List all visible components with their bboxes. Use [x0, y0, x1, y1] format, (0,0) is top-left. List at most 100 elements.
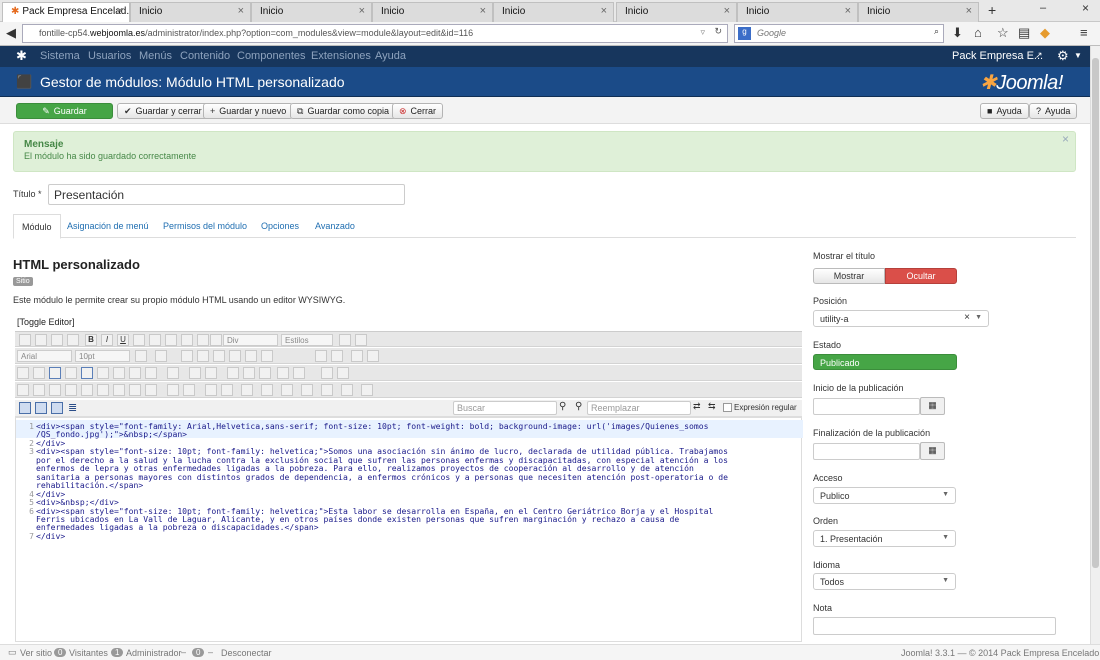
nonbreak-tool-icon[interactable] [321, 384, 333, 396]
language-select[interactable]: Todos ▼ [813, 573, 956, 590]
code-editor[interactable]: 1 <div><span style="font-family: Arial,He… [15, 417, 803, 642]
tab-asignacion-menu[interactable]: Asignación de menú [67, 221, 149, 231]
template-tool-icon[interactable] [167, 384, 179, 396]
clear-icon[interactable]: × [964, 312, 970, 323]
print-tool-icon[interactable] [261, 384, 273, 396]
reload-icon[interactable]: ↻ [714, 26, 722, 37]
table-row-tool-icon[interactable] [205, 367, 217, 379]
copy-tool-icon[interactable] [197, 350, 209, 362]
calendar-icon[interactable]: ▦ [920, 442, 945, 460]
italic-tool-icon[interactable]: I [101, 334, 113, 346]
order-select[interactable]: 1. Presentación ▼ [813, 530, 956, 547]
user-settings-gear-icon[interactable]: ⚙ [1057, 48, 1069, 64]
indent-tool-icon[interactable] [277, 367, 289, 379]
rtl-tool-icon[interactable] [33, 367, 45, 379]
tab-permisos[interactable]: Permisos del módulo [163, 221, 247, 231]
browser-tab[interactable]: Inicio × [493, 2, 614, 22]
fullscreen-tool-icon[interactable] [337, 367, 349, 379]
regex-checkbox[interactable] [723, 403, 732, 412]
bold-tool-icon[interactable]: B [85, 334, 97, 346]
pilcrow-tool-icon[interactable] [33, 384, 45, 396]
show-title-button[interactable]: Mostrar [813, 268, 885, 284]
justify-tool-icon[interactable] [197, 334, 209, 346]
subscript-tool-icon[interactable] [331, 350, 343, 362]
external-link-icon[interactable]: ↗ [1035, 50, 1043, 61]
insert-date-tool-icon[interactable] [167, 367, 179, 379]
readmore-tool-icon[interactable] [341, 384, 353, 396]
preview-tool-icon[interactable] [241, 384, 253, 396]
size-select[interactable]: 10pt [75, 350, 130, 362]
layer-tool-icon[interactable] [17, 384, 29, 396]
text-color-tool-icon[interactable] [135, 350, 147, 362]
replace-all-icon[interactable]: ⇆ [708, 401, 716, 412]
caret-down-icon[interactable]: ▼ [1074, 51, 1082, 60]
image-tool-icon[interactable] [97, 367, 109, 379]
minimize-icon[interactable]: – [1040, 2, 1046, 14]
tab-avanzado[interactable]: Avanzado [315, 221, 355, 231]
home-icon[interactable]: ⌂ [974, 25, 982, 40]
position-select[interactable]: utility-a × ▼ [813, 310, 989, 327]
wrap-mode-icon[interactable] [35, 402, 47, 414]
close-window-icon[interactable]: × [1082, 1, 1089, 15]
align-left-tool-icon[interactable] [149, 334, 161, 346]
menu-sistema[interactable]: Sistema [40, 50, 80, 62]
link-tool-icon[interactable] [49, 367, 61, 379]
scrollbar-thumb[interactable] [1092, 58, 1099, 568]
close-tab-icon[interactable]: × [724, 5, 730, 17]
highlight-tool-icon[interactable] [155, 350, 167, 362]
format-code-icon[interactable]: ≣ [68, 401, 77, 414]
browser-tab[interactable]: Inicio × [737, 2, 858, 22]
undo-tool-icon[interactable] [51, 334, 63, 346]
addon-icon[interactable]: ◆ [1040, 25, 1050, 41]
close-icon[interactable]: × [1062, 132, 1069, 146]
menu-componentes[interactable]: Componentes [237, 50, 306, 62]
hide-title-button[interactable]: Ocultar [885, 268, 957, 284]
save-new-button[interactable]: + Guardar y nuevo [203, 103, 294, 119]
source-tool-icon[interactable] [81, 367, 93, 379]
publish-end-input[interactable] [813, 443, 920, 460]
menu-ayuda[interactable]: Ayuda [375, 50, 406, 62]
access-select[interactable]: Publico ▼ [813, 487, 956, 504]
menu-extensiones[interactable]: Extensiones [311, 50, 371, 62]
del-tool-icon[interactable] [81, 384, 93, 396]
toggle-editor-link[interactable]: [Toggle Editor] [17, 317, 75, 327]
highlight-mode-icon[interactable] [51, 402, 63, 414]
superscript-tool-icon[interactable] [315, 350, 327, 362]
menu-menus[interactable]: Menús [139, 50, 172, 62]
browser-tab-active[interactable]: ✱ Pack Empresa Encelad... × [2, 2, 130, 22]
spellcheck-tool-icon[interactable] [281, 384, 293, 396]
table-split-tool-icon[interactable] [259, 367, 271, 379]
emoticon-tool-icon[interactable] [301, 384, 313, 396]
charmap-tool-icon[interactable] [129, 384, 141, 396]
visual-aid-tool-icon[interactable] [221, 384, 233, 396]
close-tab-icon[interactable]: × [845, 5, 851, 17]
paste-tool-icon[interactable] [213, 350, 225, 362]
menu-icon[interactable]: ≡ [1080, 25, 1088, 40]
page-scrollbar[interactable] [1090, 46, 1100, 644]
new-doc-tool-icon[interactable] [35, 334, 47, 346]
cite-tool-icon[interactable] [49, 384, 61, 396]
binoculars-icon[interactable]: ⚲ [559, 401, 566, 412]
save-copy-button[interactable]: ⧉ Guardar como copia [290, 103, 396, 119]
state-select[interactable]: Publicado [813, 354, 957, 370]
ins-tool-icon[interactable] [97, 384, 109, 396]
replace-icon[interactable]: ⇄ [693, 401, 701, 412]
save-close-button[interactable]: ✔ Guardar y cerrar [117, 103, 209, 119]
styles-select[interactable]: Estilos [281, 334, 333, 346]
table-tool-icon[interactable] [189, 367, 201, 379]
font-select[interactable]: Arial [17, 350, 72, 362]
close-tab-icon[interactable]: × [480, 5, 486, 17]
new-tab-icon[interactable]: + [988, 2, 996, 18]
browser-search-box[interactable]: g Google ⌕ [734, 24, 944, 43]
joomla-logo-icon[interactable]: ✱ [16, 48, 27, 64]
align-center-tool-icon[interactable] [165, 334, 177, 346]
help-tool-icon[interactable] [19, 334, 31, 346]
eraser-tool-icon[interactable] [339, 334, 351, 346]
view-site-link[interactable]: Ver sitio [20, 648, 52, 658]
menu-contenido[interactable]: Contenido [180, 50, 230, 62]
unlink-tool-icon[interactable] [65, 367, 77, 379]
close-tab-icon[interactable]: × [117, 5, 123, 17]
note-input[interactable] [813, 617, 1056, 635]
browser-tab[interactable]: Inicio × [372, 2, 493, 22]
omega-tool-icon[interactable] [351, 350, 363, 362]
